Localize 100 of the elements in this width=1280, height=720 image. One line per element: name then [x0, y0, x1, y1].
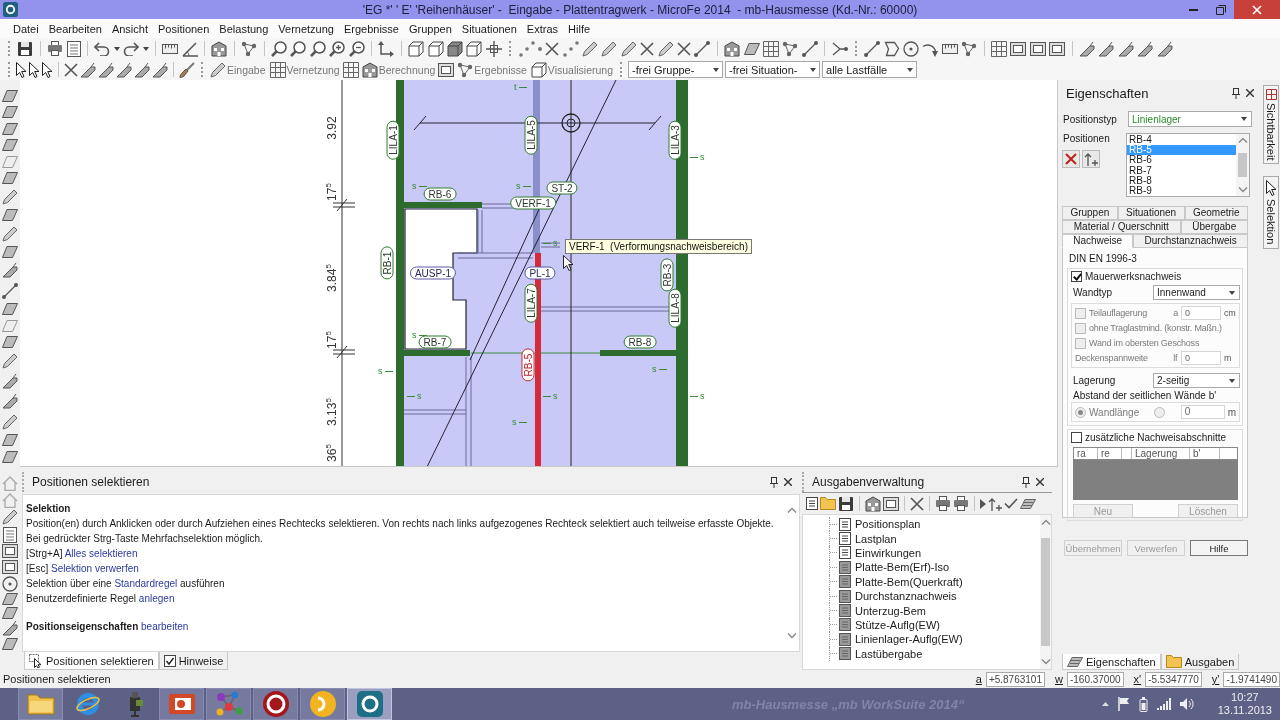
- menu-item[interactable]: Belastung: [214, 21, 274, 36]
- battery-icon[interactable]: [1138, 696, 1148, 712]
- tab[interactable]: Ausgaben: [1160, 654, 1240, 670]
- tree-item[interactable]: Stütze-Auflg(EW): [837, 618, 942, 632]
- save-icon[interactable]: [17, 40, 34, 57]
- list-item[interactable]: RB-4: [1127, 135, 1236, 146]
- logo-tile-icon[interactable]: [3, 2, 18, 17]
- slab-icon[interactable]: [2, 606, 18, 619]
- pencil-icon[interactable]: [2, 188, 18, 205]
- action-button[interactable]: Hilfe: [1190, 540, 1248, 556]
- situation-filter-dropdown[interactable]: -frei Situation-: [725, 61, 821, 78]
- save-icon[interactable]: [838, 495, 854, 512]
- tab[interactable]: Nachweise: [1062, 234, 1134, 248]
- network-icon[interactable]: [241, 40, 258, 57]
- arrow-plus-button[interactable]: [1082, 150, 1100, 168]
- menu-item[interactable]: Bearbeiten: [43, 21, 107, 36]
- menu-item[interactable]: Ansicht: [106, 21, 153, 36]
- close-button[interactable]: [1234, 0, 1280, 19]
- checkbox[interactable]: [1071, 270, 1082, 282]
- wall-type-dropdown[interactable]: Innenwand: [1153, 285, 1240, 300]
- link[interactable]: Standardregel: [114, 578, 178, 589]
- print-icon[interactable]: [47, 41, 64, 56]
- beam-icon[interactable]: [2, 373, 18, 389]
- search-icon[interactable]: [271, 40, 288, 57]
- pencil-icon[interactable]: [2, 225, 18, 242]
- grid-icon[interactable]: [762, 40, 779, 57]
- table-icon[interactable]: [438, 62, 455, 77]
- document-icon[interactable]: [66, 40, 81, 57]
- taskbar-button[interactable]: [300, 688, 345, 720]
- delete-button[interactable]: [1062, 150, 1080, 168]
- angle-icon[interactable]: [181, 40, 198, 57]
- cursor-icon[interactable]: [16, 61, 27, 78]
- pin-icon[interactable]: [1232, 87, 1240, 99]
- slab-icon[interactable]: [2, 106, 18, 119]
- points-icon[interactable]: [562, 40, 579, 57]
- menu-item[interactable]: Extras: [521, 21, 564, 36]
- support-dropdown[interactable]: 2-seitig: [1153, 373, 1240, 388]
- polygon-icon[interactable]: [883, 40, 900, 57]
- line-icon[interactable]: [2, 282, 18, 299]
- slab-icon[interactable]: [743, 42, 760, 55]
- network-icon[interactable]: [961, 40, 978, 57]
- redo-icon[interactable]: [123, 41, 140, 56]
- grid-icon[interactable]: [342, 61, 359, 78]
- tab[interactable]: Material / Querschnitt: [1062, 220, 1181, 234]
- tree-item[interactable]: Lastplan: [837, 532, 899, 546]
- axes-icon[interactable]: [378, 40, 395, 57]
- pencil-icon[interactable]: [2, 413, 18, 430]
- circle-icon[interactable]: [903, 40, 920, 57]
- branch-icon[interactable]: [831, 40, 848, 57]
- scrollbar-thumb[interactable]: [1041, 538, 1050, 646]
- ruler-icon[interactable]: [162, 43, 179, 54]
- slab-icon[interactable]: [2, 303, 18, 316]
- cross-icon[interactable]: [640, 41, 655, 56]
- search-icon[interactable]: [290, 40, 307, 57]
- tab[interactable]: Hinweise: [158, 652, 229, 670]
- menu-item[interactable]: Positionen: [153, 21, 215, 36]
- cube-icon[interactable]: [427, 40, 444, 57]
- print-icon[interactable]: [953, 496, 969, 511]
- taskbar-button[interactable]: [347, 688, 392, 720]
- scrollbar-thumb[interactable]: [1238, 153, 1247, 177]
- cross-icon[interactable]: [64, 62, 78, 77]
- dot-icon[interactable]: [537, 46, 542, 51]
- table-icon[interactable]: [2, 559, 18, 574]
- beam-icon[interactable]: [1137, 40, 1154, 57]
- line-icon[interactable]: [801, 40, 818, 57]
- link[interactable]: bearbeiten: [141, 621, 189, 632]
- building-icon[interactable]: [724, 40, 741, 57]
- table-icon[interactable]: [1049, 41, 1066, 56]
- cross-icon[interactable]: [677, 41, 691, 56]
- link[interactable]: Selektion verwerfen: [51, 563, 139, 574]
- group-filter-dropdown[interactable]: -frei Gruppe-: [628, 61, 724, 78]
- tree-item[interactable]: Einwirkungen: [837, 546, 924, 560]
- building-icon[interactable]: [865, 495, 881, 512]
- points-icon[interactable]: [518, 40, 535, 57]
- slab-icon[interactable]: [2, 90, 18, 102]
- checkbox[interactable]: [1071, 431, 1082, 443]
- slab-icon[interactable]: [2, 172, 18, 185]
- tree-item[interactable]: Durchstanznachweis: [837, 589, 959, 603]
- play-icon[interactable]: [980, 498, 986, 509]
- tab[interactable]: Geometrie: [1184, 206, 1248, 220]
- zoom-out-icon[interactable]: [348, 40, 365, 57]
- tree-item[interactable]: Platte-Bem(Querkraft): [837, 575, 965, 589]
- link[interactable]: Alles selektieren: [64, 548, 138, 559]
- scrollbar[interactable]: [1236, 134, 1249, 196]
- ruler-icon[interactable]: [941, 43, 958, 54]
- tab[interactable]: Situationen: [1117, 206, 1185, 220]
- pencil-icon[interactable]: [2, 352, 18, 369]
- menu-item[interactable]: Gruppen: [404, 21, 457, 36]
- document-icon[interactable]: [3, 526, 17, 543]
- tree-item[interactable]: Linienlager-Auflg(EW): [837, 632, 965, 646]
- menu-item[interactable]: Situationen: [456, 21, 522, 36]
- pin-icon[interactable]: [770, 476, 778, 488]
- cube-icon[interactable]: [408, 40, 425, 57]
- beam-icon[interactable]: [1117, 40, 1134, 57]
- beam-icon[interactable]: [2, 393, 18, 410]
- undo-icon[interactable]: [94, 41, 111, 56]
- slab-icon[interactable]: [2, 139, 18, 152]
- table-icon[interactable]: [1010, 41, 1027, 56]
- load-case-dropdown[interactable]: alle Lastfälle: [822, 61, 918, 78]
- taskbar-button[interactable]: [159, 688, 204, 720]
